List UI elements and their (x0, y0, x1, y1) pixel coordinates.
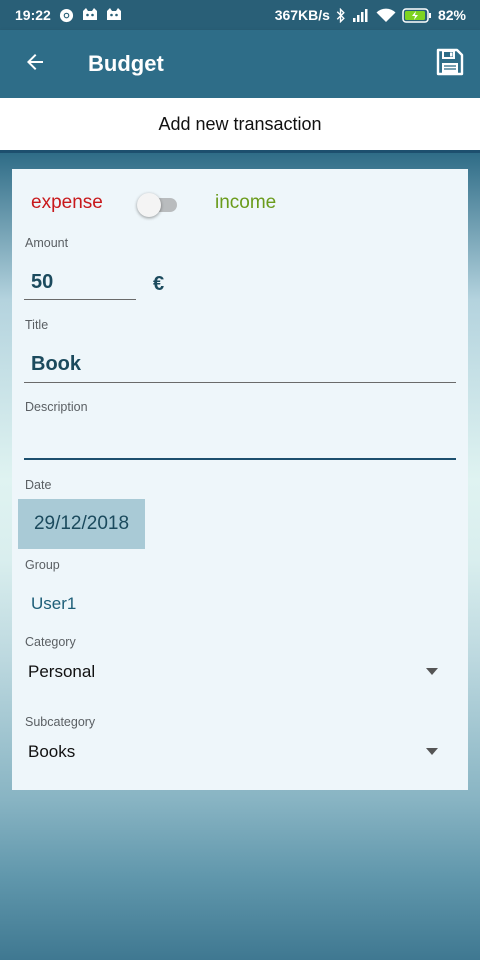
category-label: Category (25, 635, 76, 649)
date-value: 29/12/2018 (33, 513, 130, 534)
save-icon (435, 47, 465, 82)
dropdown-arrow-icon (426, 668, 438, 675)
amount-label: Amount (25, 236, 69, 250)
battery-level: 82% (437, 7, 466, 23)
chrome-icon (59, 8, 74, 23)
subcategory-value: Books (28, 742, 76, 761)
subcategory-label: Subcategory (25, 715, 96, 729)
back-button[interactable] (0, 30, 70, 98)
income-label[interactable]: income (215, 192, 276, 214)
type-toggle-row: expense income (12, 187, 468, 221)
category-value: Personal (28, 662, 96, 681)
title-value: Book (31, 353, 81, 375)
title-input[interactable]: Book (24, 347, 456, 383)
currency-symbol: € (153, 273, 165, 295)
group-value[interactable]: User1 (31, 594, 76, 614)
app-title: Budget (88, 51, 164, 76)
category-dropdown[interactable]: Personal (12, 655, 468, 689)
expense-label[interactable]: expense (31, 192, 103, 214)
transaction-form: expense income Amount 50 € Title Book De… (12, 169, 468, 790)
status-time: 19:22 (15, 7, 51, 23)
date-picker-button[interactable]: 29/12/2018 (18, 499, 145, 549)
description-input[interactable] (24, 424, 456, 460)
battery-charging-icon (402, 7, 432, 23)
description-label: Description (25, 400, 88, 414)
app-bar: Budget (0, 30, 480, 98)
group-label: Group (25, 558, 60, 572)
amount-input[interactable]: 50 (24, 266, 136, 300)
network-speed: 367KB/s (274, 7, 330, 23)
status-bar: 19:22 367KB/s 82% (0, 0, 480, 30)
title-label: Title (25, 318, 49, 332)
switch-thumb[interactable] (137, 193, 161, 217)
dropdown-arrow-icon (426, 748, 438, 755)
subheader: Add new transaction (0, 98, 480, 153)
expense-income-switch[interactable] (137, 193, 179, 217)
notification-icon (106, 8, 122, 22)
date-label: Date (25, 478, 52, 492)
bluetooth-icon (336, 7, 346, 23)
signal-icon (352, 8, 370, 22)
back-arrow-icon (23, 50, 47, 79)
subcategory-dropdown[interactable]: Books (12, 735, 468, 769)
notification-icon (82, 8, 98, 22)
wifi-icon (376, 8, 396, 23)
amount-value: 50 (31, 271, 54, 293)
save-button[interactable] (420, 30, 480, 98)
subheader-title: Add new transaction (158, 113, 322, 134)
